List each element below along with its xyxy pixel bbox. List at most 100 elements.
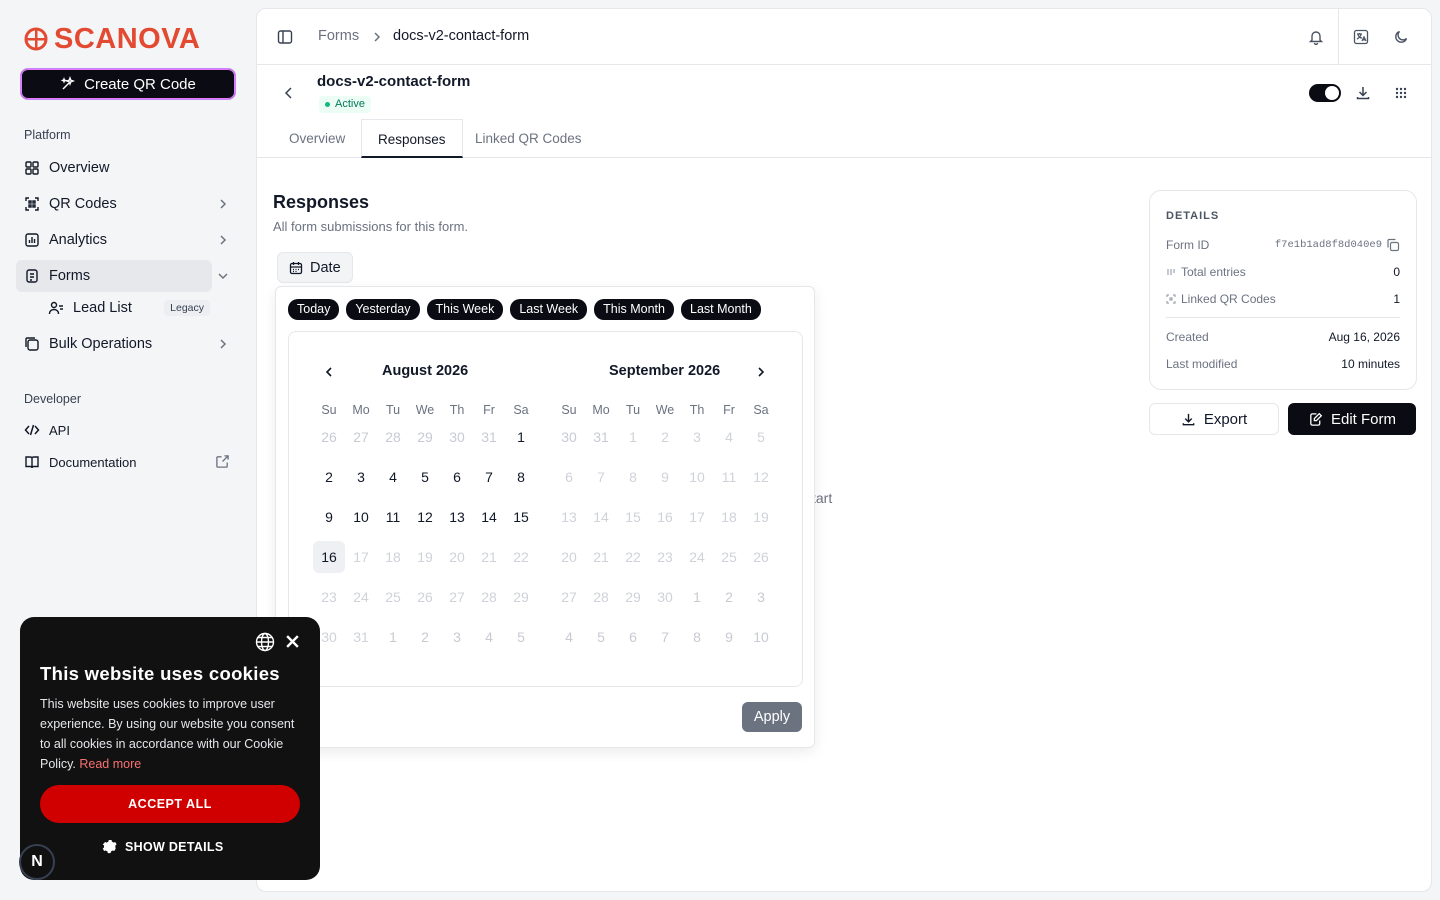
form-title: docs-v2-contact-form [317, 73, 471, 90]
weekday-label: Th [689, 403, 705, 417]
top-bar: Forms docs-v2-contact-form [257, 9, 1431, 65]
calendar-day: 3 [757, 589, 765, 605]
calendar-day: 3 [453, 629, 461, 645]
show-details-button[interactable]: SHOW DETAILS [102, 839, 224, 854]
export-button[interactable]: Export [1149, 403, 1279, 435]
calendar-day[interactable]: 10 [345, 501, 377, 533]
calendar-day[interactable]: 12 [409, 501, 441, 533]
calendar-day: 31 [481, 429, 497, 445]
back-arrow-icon[interactable] [281, 85, 297, 101]
sidebar-item-label: API [49, 422, 70, 438]
sparkle-icon [60, 76, 76, 90]
grid-dots-icon[interactable] [1393, 85, 1409, 101]
preset-last-month[interactable]: Last Month [681, 299, 761, 320]
sidebar-item-documentation[interactable]: Documentation [16, 446, 240, 478]
sidebar-item-forms[interactable]: Forms [16, 260, 228, 292]
edit-form-button[interactable]: Edit Form [1288, 403, 1416, 435]
read-more-link[interactable]: Read more [79, 757, 141, 771]
close-icon[interactable] [285, 634, 300, 649]
calendar-day: 23 [321, 589, 337, 605]
form-active-toggle[interactable] [1309, 84, 1341, 102]
sidebar-item-label: Lead List [73, 300, 132, 316]
tab-linked-qr-codes[interactable]: Linked QR Codes [459, 119, 598, 158]
calendar-day: 31 [593, 429, 609, 445]
sidebar-item-label: QR Codes [49, 196, 117, 212]
preset-this-week[interactable]: This Week [426, 299, 504, 320]
sidebar-item-api[interactable]: API [16, 414, 240, 446]
show-details-label: SHOW DETAILS [125, 839, 224, 854]
weekday-label: Mo [352, 403, 370, 417]
apply-button[interactable]: Apply [742, 702, 802, 732]
calendar-day[interactable]: 1 [505, 421, 537, 453]
sidebar-item-label: Bulk Operations [49, 336, 153, 352]
sidebar-item-analytics[interactable]: Analytics [16, 224, 240, 256]
form-icon [26, 269, 38, 283]
tab-overview[interactable]: Overview [273, 119, 361, 158]
moon-icon[interactable] [1393, 29, 1409, 45]
calendar-day: 28 [593, 589, 609, 605]
bell-icon[interactable] [1308, 29, 1324, 45]
calendar-day: 19 [753, 509, 769, 525]
calendar-day: 18 [385, 549, 401, 565]
translate-icon[interactable] [1353, 29, 1369, 45]
logo[interactable]: SCANOVA [24, 24, 200, 54]
chevron-down-icon [218, 273, 228, 280]
sidebar-item-label: Analytics [49, 232, 108, 248]
sidebar-item-lead-list[interactable]: Lead List Legacy [40, 292, 240, 324]
legacy-badge: Legacy [164, 300, 210, 316]
edit-form-label: Edit Form [1330, 410, 1396, 428]
linked-qr-row: Linked QR Codes 1 [1166, 291, 1400, 307]
weekday-label: Sa [513, 403, 529, 417]
sidebar-toggle-icon[interactable] [277, 29, 293, 45]
export-label: Export [1203, 410, 1248, 428]
created-value: Aug 16, 2026 [1328, 330, 1400, 344]
calendar-day: 5 [597, 629, 605, 645]
preset-last-week[interactable]: Last Week [510, 299, 588, 320]
calendar-day: 10 [753, 629, 769, 645]
weekday-label: Fr [723, 403, 735, 417]
total-entries-row: Total entries 0 [1166, 264, 1400, 280]
developer-section-label: Developer [24, 392, 81, 406]
preset-this-month[interactable]: This Month [594, 299, 674, 320]
breadcrumb-forms[interactable]: Forms [318, 28, 359, 44]
calendar-day[interactable]: 6 [441, 461, 473, 493]
preset-today[interactable]: Today [288, 299, 340, 320]
calendar-day[interactable]: 14 [473, 501, 505, 533]
calendar-day: 28 [385, 429, 401, 445]
calendar-day[interactable]: 5 [409, 461, 441, 493]
calendar-day[interactable]: 11 [377, 501, 409, 533]
copy-icon[interactable] [1386, 238, 1400, 252]
calendar-day[interactable]: 4 [377, 461, 409, 493]
next-month-icon[interactable] [754, 365, 768, 379]
created-label: Created [1166, 330, 1209, 344]
calendar-day: 8 [693, 629, 701, 645]
calendar-day[interactable]: 13 [441, 501, 473, 533]
calendar-day[interactable]: 7 [473, 461, 505, 493]
n-avatar-badge[interactable]: N [19, 844, 55, 880]
download-icon[interactable] [1355, 85, 1371, 101]
calendar-day[interactable]: 15 [505, 501, 537, 533]
breadcrumb-current: docs-v2-contact-form [393, 28, 530, 44]
create-qr-button[interactable]: Create QR Code [20, 68, 236, 100]
status-badge: Active [319, 96, 371, 113]
prev-month-icon[interactable] [322, 365, 336, 379]
calendar-day[interactable]: 2 [313, 461, 345, 493]
calendar-day: 29 [417, 429, 433, 445]
sidebar-item-overview[interactable]: Overview [16, 152, 240, 184]
calendar-day[interactable]: 9 [313, 501, 345, 533]
preset-yesterday[interactable]: Yesterday [346, 299, 420, 320]
accept-all-button[interactable]: ACCEPT ALL [40, 785, 300, 823]
date-presets: Today Yesterday This Week Last Week This Mon… [288, 299, 761, 320]
calendar-day[interactable]: 16 [313, 541, 345, 573]
sidebar-item-qr-codes[interactable]: QR Codes [16, 188, 240, 220]
calendar-day: 23 [657, 549, 673, 565]
sidebar-item-bulk-operations[interactable]: Bulk Operations [16, 328, 240, 360]
linked-qr-label: Linked QR Codes [1181, 292, 1276, 306]
globe-icon[interactable] [255, 632, 275, 652]
date-filter-button[interactable]: Date [277, 252, 353, 283]
calendar-day[interactable]: 3 [345, 461, 377, 493]
tab-responses[interactable]: Responses [361, 119, 463, 158]
calendar-day[interactable]: 8 [505, 461, 537, 493]
form-id-label: Form ID [1166, 238, 1210, 252]
download-icon [1182, 413, 1195, 425]
